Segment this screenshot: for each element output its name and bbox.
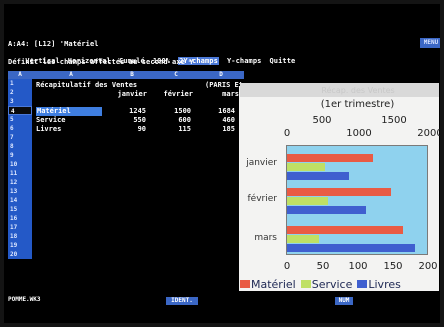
menu-item-y-champs[interactable]: Y-champs [227,57,262,65]
row-number[interactable]: 18 [8,232,32,241]
bar-materiel-janvier [287,154,373,162]
bottom-axis-labels: 0 50 100 150 200 [283,261,438,273]
bottom-axis-tick: 50 [316,261,330,272]
chart-subtitle: (1er trimestre) [320,99,395,110]
row-number[interactable]: 1 [8,79,32,88]
row-number[interactable]: 5 [8,115,32,124]
bottom-axis-tick: 100 [348,261,368,272]
cell-d5[interactable]: 460 [193,116,235,125]
cell-b4[interactable]: 1245 [104,107,146,116]
chart-category-label: février [247,194,277,204]
row-number[interactable]: 11 [8,169,32,178]
top-axis-upper-tick: 1500 [381,115,407,126]
legend-swatch [357,280,368,288]
row-number[interactable]: 2 [8,88,32,97]
row-number[interactable]: 10 [8,160,32,169]
top-axis-lower-tick: 1000 [346,128,372,139]
column-header-d[interactable]: D [198,71,244,79]
bar-livres-janvier [287,172,350,180]
cell-b5[interactable]: 550 [104,116,146,125]
bar-materiel-fevrier [287,188,391,196]
bar-livres-fevrier [287,206,367,214]
column-header-a[interactable]: A [32,71,110,79]
bar-service-fevrier [287,197,329,205]
legend-swatch [300,280,311,288]
status-num: NUM [335,297,353,305]
cell-c6[interactable]: 115 [149,125,191,134]
row-number[interactable]: 7 [8,133,32,142]
row-number[interactable]: 9 [8,151,32,160]
bottom-axis-tick: 150 [383,261,403,272]
cell-a1[interactable]: Récapitulatif des Ventes [36,81,137,90]
cell-c2[interactable]: février [149,90,193,99]
legend-label: Matériel [251,278,296,291]
row-number[interactable]: 17 [8,223,32,232]
spreadsheet: A A B C D 1 2 3 4 5 6 7 8 9 10 11 12 13 … [8,71,244,281]
bar-materiel-mars [287,226,404,234]
row-number[interactable]: 19 [8,241,32,250]
cell-a6[interactable]: Livres [36,125,61,134]
status-filename: POMME.WK3 [8,296,41,303]
chart-category-label: janvier [246,158,277,168]
top-axis-upper-tick: 500 [312,115,332,126]
legend-item-livres: Livres [357,278,401,291]
column-header-b[interactable]: B [110,71,154,79]
cell-reference-line: A:A4: [L12] 'Matériel [8,40,99,48]
lotus-screen: A:A4: [L12] 'Matériel MENU Vertical Horiz… [0,0,444,327]
help-line: Définit les champs affectés au second ax… [8,58,194,66]
cell-a4-selected[interactable]: Matériel [36,107,102,116]
row-number[interactable]: 14 [8,196,32,205]
legend-label: Livres [368,278,401,291]
row-number-selected[interactable]: 4 [8,106,32,115]
cell-c5[interactable]: 600 [149,116,191,125]
cell-b6[interactable]: 90 [104,125,146,134]
legend-item-service: Service [300,278,353,291]
cell-d1[interactable]: (PARIS Et [205,81,243,90]
row-number[interactable]: 12 [8,178,32,187]
chart-legend: Matériel Service Livres [240,278,440,291]
cell-c4[interactable]: 1500 [149,107,191,116]
top-axis-lower-labels: 0 1000 2000 [283,128,443,140]
cell-d2[interactable]: mars [195,90,239,99]
top-axis-upper-labels: 500 1500 [287,115,437,127]
column-header-c[interactable]: C [154,71,198,79]
row-number[interactable]: 3 [8,97,32,106]
chart-category-label: mars [254,233,277,243]
top-axis-lower-tick: 2000 [417,128,443,139]
chart-title: Récap. des Ventes [321,86,395,95]
cell-a5[interactable]: Service [36,116,66,125]
cell-d4[interactable]: 1684 [193,107,235,116]
bar-service-janvier [287,163,325,171]
row-number[interactable]: 13 [8,187,32,196]
cell-b2[interactable]: janvier [103,90,147,99]
mode-indicator: MENU [420,38,442,48]
legend-swatch [240,280,250,288]
status-ident: IDENT. [166,297,198,305]
bottom-axis-tick: 0 [283,261,291,272]
row-number[interactable]: 15 [8,205,32,214]
top-axis-lower-tick: 0 [283,128,291,139]
bar-service-mars [287,235,319,243]
column-header-row[interactable]: A [8,71,32,79]
legend-label: Service [311,278,353,291]
menu-item-quitte[interactable]: Quitte [269,57,295,65]
bottom-axis-tick: 200 [418,261,438,272]
row-number[interactable]: 20 [8,250,32,259]
bar-livres-mars [287,244,415,252]
row-number[interactable]: 16 [8,214,32,223]
legend-item-materiel: Matériel [240,278,296,291]
cell-d6[interactable]: 185 [193,125,235,134]
row-number[interactable]: 6 [8,124,32,133]
row-number[interactable]: 8 [8,142,32,151]
